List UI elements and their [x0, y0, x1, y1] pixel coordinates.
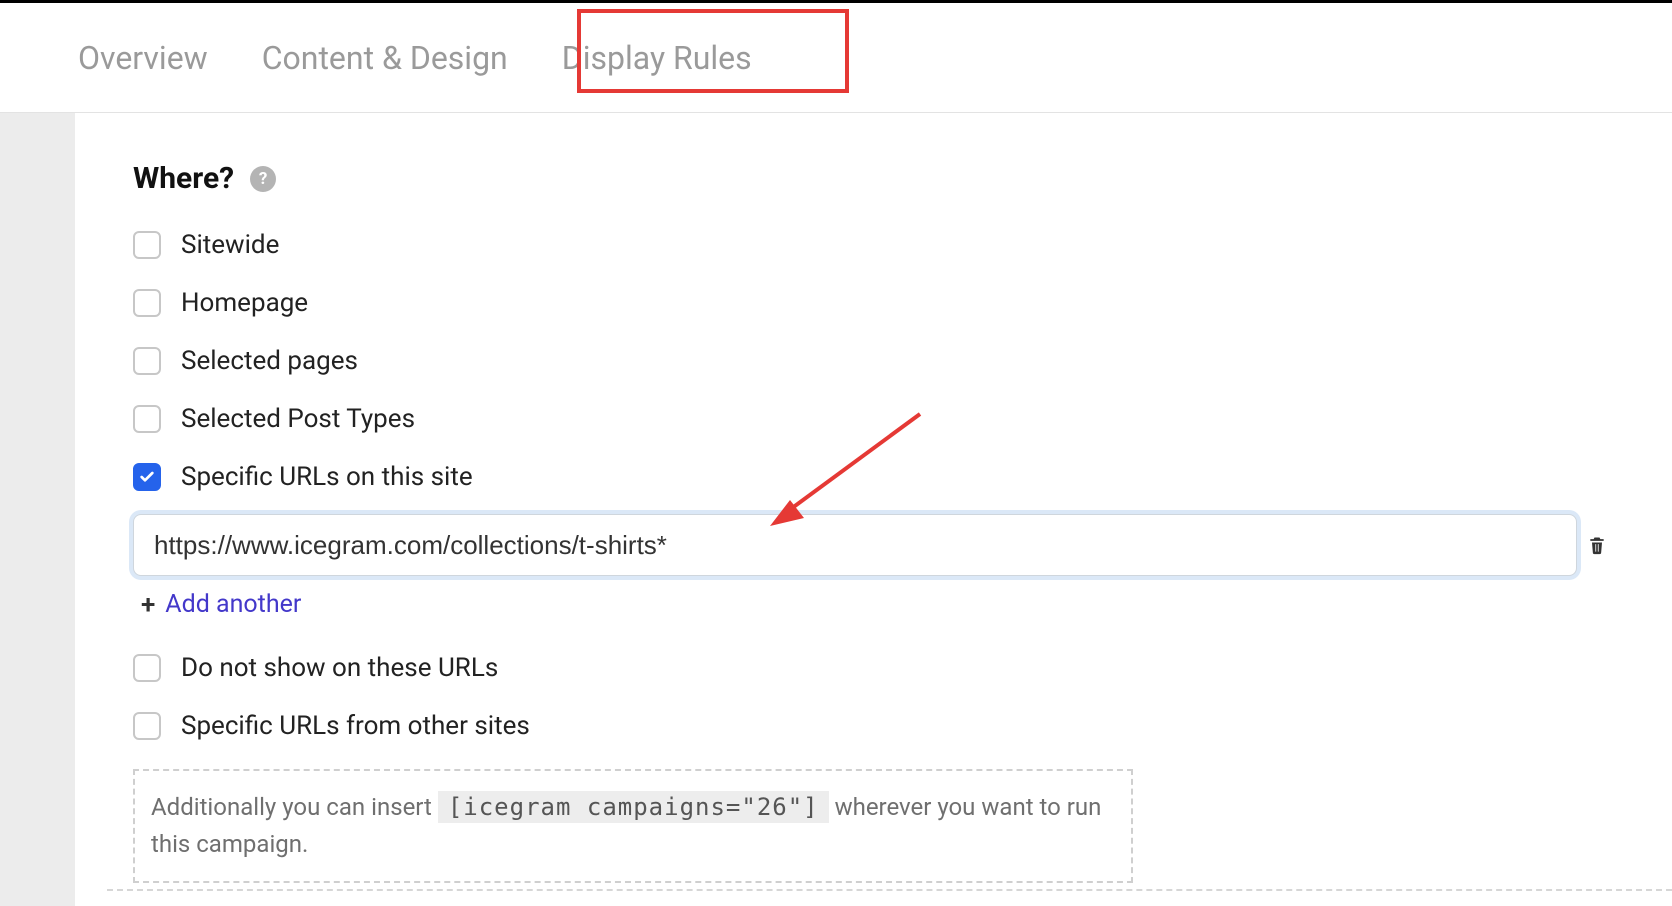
- tab-overview[interactable]: Overview: [74, 33, 212, 83]
- label-sitewide: Sitewide: [181, 230, 279, 260]
- label-selected-post-types: Selected Post Types: [181, 404, 415, 434]
- checkbox-specific-urls[interactable]: [133, 463, 161, 491]
- label-specific-urls: Specific URLs on this site: [181, 462, 473, 492]
- add-another-label: Add another: [165, 590, 301, 619]
- section-divider: [107, 889, 1672, 891]
- left-gutter: [0, 113, 75, 906]
- plus-icon: +: [141, 592, 155, 618]
- trash-icon: [1587, 533, 1607, 557]
- delete-url-button[interactable]: [1585, 531, 1609, 559]
- label-selected-pages: Selected pages: [181, 346, 358, 376]
- help-icon[interactable]: ?: [250, 166, 276, 192]
- label-homepage: Homepage: [181, 288, 308, 318]
- display-rules-panel: Where? ? Sitewide Homepage Selected page…: [75, 113, 1672, 906]
- checkbox-do-not-show[interactable]: [133, 654, 161, 682]
- tab-display-rules[interactable]: Display Rules: [558, 33, 756, 83]
- checkbox-selected-pages[interactable]: [133, 347, 161, 375]
- hint-prefix: Additionally you can insert: [151, 793, 438, 821]
- checkbox-homepage[interactable]: [133, 289, 161, 317]
- checkbox-sitewide[interactable]: [133, 231, 161, 259]
- label-do-not-show: Do not show on these URLs: [181, 653, 498, 683]
- add-another-button[interactable]: + Add another: [141, 590, 1646, 619]
- url-input[interactable]: [133, 514, 1577, 576]
- shortcode-chip: [icegram campaigns="26"]: [438, 791, 829, 823]
- label-other-sites: Specific URLs from other sites: [181, 711, 530, 741]
- checkbox-other-sites[interactable]: [133, 712, 161, 740]
- tab-content-design[interactable]: Content & Design: [258, 33, 512, 83]
- section-title: Where?: [133, 161, 234, 196]
- checkbox-selected-post-types[interactable]: [133, 405, 161, 433]
- tab-bar: Overview Content & Design Display Rules: [0, 3, 1672, 113]
- shortcode-hint: Additionally you can insert [icegram cam…: [133, 769, 1133, 883]
